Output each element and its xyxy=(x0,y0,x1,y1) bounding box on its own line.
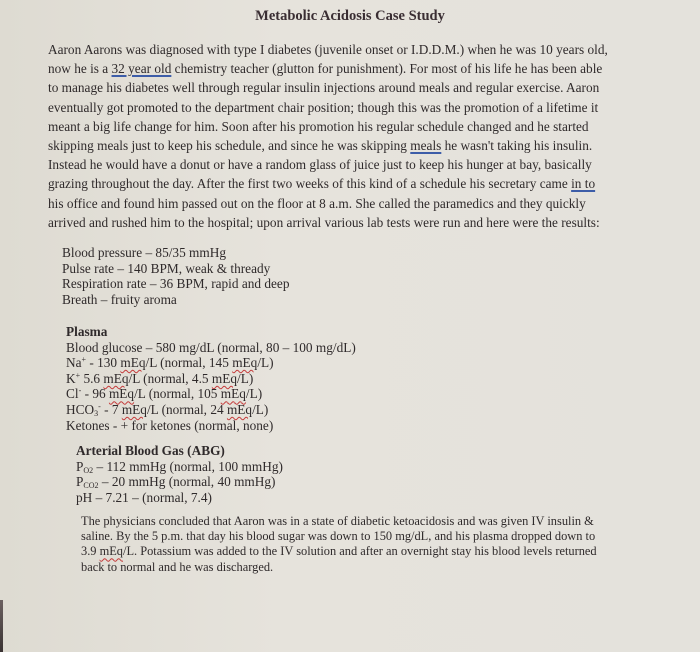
spelling-flag-meq[interactable]: mEq xyxy=(120,355,145,370)
spelling-flag-meq[interactable]: mEq xyxy=(122,402,147,417)
grammar-flag-32-year-old[interactable]: 32 year old xyxy=(112,61,172,76)
spelling-flag-meq[interactable]: mEq xyxy=(232,355,257,370)
intro-line: skipping meals just to keep his schedule… xyxy=(48,138,593,154)
intro-line: eventually got promoted to the departmen… xyxy=(48,99,599,115)
grammar-flag-meals[interactable]: meals xyxy=(410,138,441,153)
abg-po2: PO2 – 112 mmHg (normal, 100 mmHg) xyxy=(76,458,283,475)
intro-line: Aaron Aarons was diagnosed with type I d… xyxy=(48,42,608,57)
spelling-flag-meq[interactable]: mEq xyxy=(227,402,252,417)
plasma-sodium: Na+ - 130 mEq/L (normal, 145 mEq/L) xyxy=(66,355,274,371)
conclusion-line: back to normal and he was discharged. xyxy=(81,559,274,574)
spelling-flag-meq[interactable]: mEq xyxy=(103,371,128,386)
plasma-chloride: Cl- - 96 mEq/L (normal, 105 mEq/L) xyxy=(66,386,263,402)
intro-line: to manage his diabetes well through regu… xyxy=(48,80,600,96)
vital-blood-pressure: Blood pressure – 85/35 mmHg xyxy=(62,245,226,260)
plasma-potassium: K+ 5.6 mEq/L (normal, 4.5 mEq/L) xyxy=(66,370,254,386)
plasma-section: Plasma Blood glucose – 580 mg/dL (normal… xyxy=(66,324,356,433)
vital-breath: Breath – fruity aroma xyxy=(62,291,177,307)
abg-heading: Arterial Blood Gas (ABG) xyxy=(76,443,225,458)
plasma-glucose: Blood glucose – 580 mg/dL (normal, 80 – … xyxy=(66,339,356,355)
intro-line: meant a big life change for him. Soon af… xyxy=(48,118,589,134)
conclusion-line: saline. By the 5 p.m. that day his blood… xyxy=(81,529,596,544)
spelling-flag-meq[interactable]: mEq xyxy=(100,544,123,558)
vital-signs-list: Blood pressure – 85/35 mmHg Pulse rate –… xyxy=(62,245,289,307)
vital-pulse-rate: Pulse rate – 140 BPM, weak & thready xyxy=(62,260,271,276)
vital-respiration-rate: Respiration rate – 36 BPM, rapid and dee… xyxy=(62,276,290,292)
intro-line: arrived and rushed him to the hospital; … xyxy=(48,214,600,230)
intro-line: grazing throughout the day. After the fi… xyxy=(48,176,596,192)
abg-section: Arterial Blood Gas (ABG) PO2 – 112 mmHg … xyxy=(76,443,283,505)
spelling-flag-meq[interactable]: mEq xyxy=(221,386,246,401)
document-title: Metabolic Acidosis Case Study xyxy=(255,8,445,24)
plasma-heading: Plasma xyxy=(66,324,108,339)
conclusion-line: 3.9 mEq/L. Potassium was added to the IV… xyxy=(81,544,597,559)
spelling-flag-meq[interactable]: mEq xyxy=(109,386,134,401)
photo-edge-shadow xyxy=(0,600,3,652)
intro-line: Instead he would have a donut or have a … xyxy=(48,157,592,173)
plasma-ketones: Ketones - + for ketones (normal, none) xyxy=(66,417,274,433)
conclusion-line: The physicians concluded that Aaron was … xyxy=(81,514,594,528)
abg-ph: pH – 7.21 – (normal, 7.4) xyxy=(76,489,212,505)
conclusion-paragraph: The physicians concluded that Aaron was … xyxy=(81,514,681,575)
intro-line: his office and found him passed out on t… xyxy=(48,195,586,211)
spelling-flag-meq[interactable]: mEq xyxy=(212,371,237,386)
abg-pco2: PCO2 – 20 mmHg (normal, 40 mmHg) xyxy=(76,474,276,491)
intro-line: now he is a 32 year old chemistry teache… xyxy=(48,61,603,77)
plasma-bicarbonate: HCO3- - 7 mEq/L (normal, 24 mEq/L) xyxy=(66,401,269,418)
document-page: Metabolic Acidosis Case Study Aaron Aaro… xyxy=(0,0,700,652)
grammar-flag-in-to[interactable]: in to xyxy=(571,176,595,191)
intro-paragraph: Aaron Aarons was diagnosed with type I d… xyxy=(48,40,688,232)
